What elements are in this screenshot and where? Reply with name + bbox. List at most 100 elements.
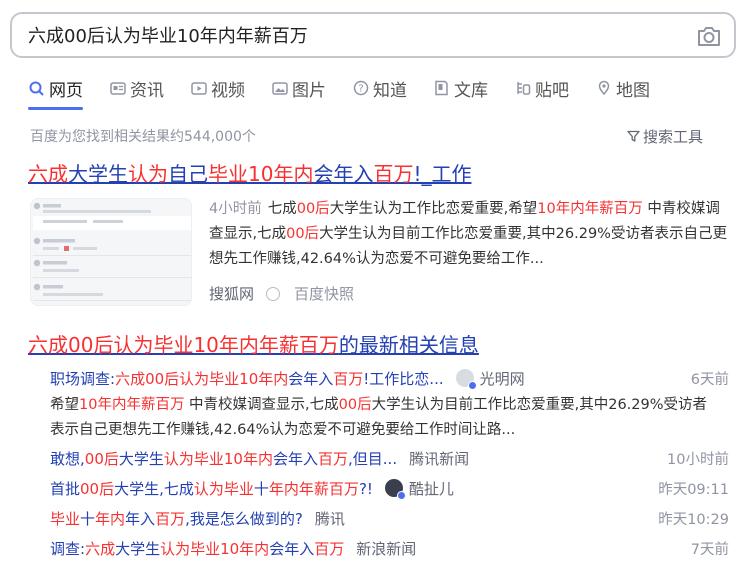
source-name[interactable]: 搜狐网 bbox=[209, 283, 254, 304]
result-abstract: 4小时前 七成00后大学生认为工作比恋爱重要,希望10年内年薪百万 中青校媒调查显… bbox=[209, 197, 729, 272]
text-segment: 七成 bbox=[267, 201, 297, 217]
news-title[interactable]: 职场调查:六成00后认为毕业10年内会年入百万!工作比恋... bbox=[50, 368, 444, 389]
text-segment: 会年入 bbox=[272, 449, 318, 468]
news-source: 光明网 bbox=[479, 369, 525, 388]
news-item[interactable]: 敢想,00后大学生认为毕业10年内会年入百万,但目... 腾讯新闻 10小时前 bbox=[50, 446, 729, 470]
circle-icon bbox=[266, 286, 281, 301]
text-segment: 会年入 bbox=[288, 369, 334, 388]
text-segment: 的最新相关信息 bbox=[338, 333, 479, 357]
tab-label: 知道 bbox=[373, 80, 407, 101]
result-title[interactable]: 六成大学生认为自己毕业10年内会年入百万!_工作 bbox=[28, 158, 471, 187]
tab-label: 地图 bbox=[616, 80, 650, 101]
news-source: 腾讯 bbox=[314, 509, 345, 528]
highlight-text: 10年内年薪百万 bbox=[79, 397, 185, 413]
tab-label: 视频 bbox=[211, 80, 245, 101]
news-block-title[interactable]: 六成00后认为毕业10年内年薪百万的最新相关信息 bbox=[28, 329, 479, 358]
text-segment: 十 bbox=[253, 479, 269, 498]
result-count: 百度为您找到相关结果约544,000个 bbox=[30, 129, 256, 145]
text-segment: 大学生认为工作比恋爱重要,希望 bbox=[329, 201, 538, 217]
abstract-text: 七成00后大学生认为工作比恋爱重要,希望10年内年薪百万 中青校媒调查显示,七成… bbox=[209, 201, 727, 267]
document-icon bbox=[433, 80, 450, 97]
snapshot-link[interactable]: 百度快照 bbox=[294, 283, 354, 304]
news-item[interactable]: 首批00后大学生,七成认为毕业十年内年薪百万?! 酷扯儿 昨天09:11 bbox=[50, 476, 729, 500]
tab-video[interactable]: 视频 bbox=[190, 74, 245, 102]
highlight-text: 年内 bbox=[95, 509, 126, 528]
filter-icon bbox=[627, 130, 640, 142]
highlight-text: 认为毕业10年内 bbox=[160, 539, 270, 558]
highlight-text: 百万 bbox=[373, 162, 414, 186]
tab-news[interactable]: 资讯 bbox=[109, 74, 164, 102]
news-title[interactable]: 调查:六成大学生认为毕业10年内会年入百万 bbox=[50, 538, 344, 559]
text-segment: ?! bbox=[358, 479, 373, 498]
highlight-text: 认为毕业 bbox=[193, 479, 254, 498]
news-item[interactable]: 职场调查:六成00后认为毕业10年内会年入百万!工作比恋... 光明网 6天前 bbox=[50, 366, 729, 390]
highlight-text: 六成 bbox=[28, 162, 68, 186]
highlight-text: 00后 bbox=[80, 479, 115, 498]
search-tools-button[interactable]: 搜索工具 bbox=[627, 126, 703, 147]
highlight-text: 百万 bbox=[333, 369, 364, 388]
text-segment: 大学生 bbox=[118, 449, 164, 468]
search-tools-label: 搜索工具 bbox=[642, 128, 703, 146]
text-segment: ,我是怎么做到的? bbox=[185, 509, 303, 528]
map-icon bbox=[595, 80, 612, 97]
text-segment: 职场调查: bbox=[50, 369, 116, 388]
news-time: 昨天09:11 bbox=[658, 481, 729, 498]
tab-images[interactable]: 图片 bbox=[271, 74, 326, 102]
highlight-text: 毕业 bbox=[50, 509, 81, 528]
camera-icon[interactable] bbox=[696, 24, 722, 48]
tab-label: 文库 bbox=[454, 80, 488, 101]
tab-wenku[interactable]: 文库 bbox=[433, 74, 488, 102]
highlight-text: 六成 bbox=[85, 539, 116, 558]
news-time: 7天前 bbox=[690, 541, 729, 558]
svg-text:?: ? bbox=[358, 84, 363, 95]
highlight-text: 百万 bbox=[318, 449, 349, 468]
news-item[interactable]: 毕业十年内年入百万,我是怎么做到的? 腾讯 昨天10:29 bbox=[50, 506, 729, 530]
highlight-text: 六成00后认为毕业10年内年薪百万 bbox=[28, 333, 339, 357]
text-segment: 自己 bbox=[168, 162, 208, 186]
text-segment: 会年入 bbox=[269, 539, 315, 558]
video-icon bbox=[190, 80, 207, 97]
tab-label: 资讯 bbox=[130, 80, 164, 101]
question-icon: ? bbox=[352, 80, 369, 97]
text-segment: 中青校媒调查显示,七成 bbox=[184, 397, 339, 413]
news-title[interactable]: 敢想,00后大学生认为毕业10年内会年入百万,但目... bbox=[50, 448, 397, 469]
result-thumbnail[interactable] bbox=[30, 198, 192, 306]
news-icon bbox=[109, 80, 126, 97]
tab-map[interactable]: 地图 bbox=[595, 74, 650, 102]
highlight-text: 00后 bbox=[84, 449, 119, 468]
news-title[interactable]: 毕业十年内年入百万,我是怎么做到的? bbox=[50, 508, 303, 529]
image-icon bbox=[271, 80, 288, 97]
result-source-line: 搜狐网 百度快照 bbox=[209, 283, 354, 304]
news-source: 腾讯新闻 bbox=[409, 449, 470, 468]
text-segment: 敢想, bbox=[50, 449, 85, 468]
highlight-text: 00后 bbox=[296, 201, 330, 217]
text-segment: 大学生,七成 bbox=[114, 479, 194, 498]
highlight-text: 10年内年薪百万 bbox=[537, 201, 643, 217]
news-source: 新浪新闻 bbox=[356, 539, 417, 558]
text-segment: ,但目... bbox=[348, 449, 398, 468]
search-box[interactable] bbox=[10, 12, 736, 58]
news-abstract: 希望10年内年薪百万 中青校媒调查显示,七成00后大学生认为目前工作比恋爱重要,… bbox=[50, 393, 715, 443]
text-segment: !_工作 bbox=[413, 162, 472, 186]
text-segment: 大学生 bbox=[115, 539, 161, 558]
news-item[interactable]: 调查:六成大学生认为毕业10年内会年入百万 新浪新闻 7天前 bbox=[50, 536, 729, 560]
text-segment: 首批 bbox=[50, 479, 81, 498]
tab-label: 网页 bbox=[49, 80, 83, 101]
tab-web[interactable]: 网页 bbox=[28, 74, 83, 110]
news-time: 10小时前 bbox=[667, 451, 729, 468]
highlight-text: 六成00后认为毕业10年内 bbox=[115, 369, 289, 388]
tieba-icon bbox=[514, 80, 531, 97]
highlight-text: 00后 bbox=[286, 226, 320, 242]
tab-zhidao[interactable]: ? 知道 bbox=[352, 74, 407, 102]
news-title[interactable]: 首批00后大学生,七成认为毕业十年内年薪百万?! bbox=[50, 478, 373, 499]
highlight-text: 百万 bbox=[155, 509, 186, 528]
search-input[interactable] bbox=[28, 20, 668, 50]
text-segment: 十 bbox=[80, 509, 96, 528]
kucheer-logo-icon bbox=[384, 479, 406, 500]
news-source: 酷扯儿 bbox=[408, 479, 454, 498]
search-tabs: 网页 资讯 视频 图片 ? 知道 文库 贴吧 地图 bbox=[28, 74, 676, 110]
text-segment: 年入 bbox=[125, 509, 156, 528]
tab-tieba[interactable]: 贴吧 bbox=[514, 74, 569, 102]
result-time: 4小时前 bbox=[209, 201, 262, 217]
highlight-text: 认为毕业10年内 bbox=[163, 449, 273, 468]
